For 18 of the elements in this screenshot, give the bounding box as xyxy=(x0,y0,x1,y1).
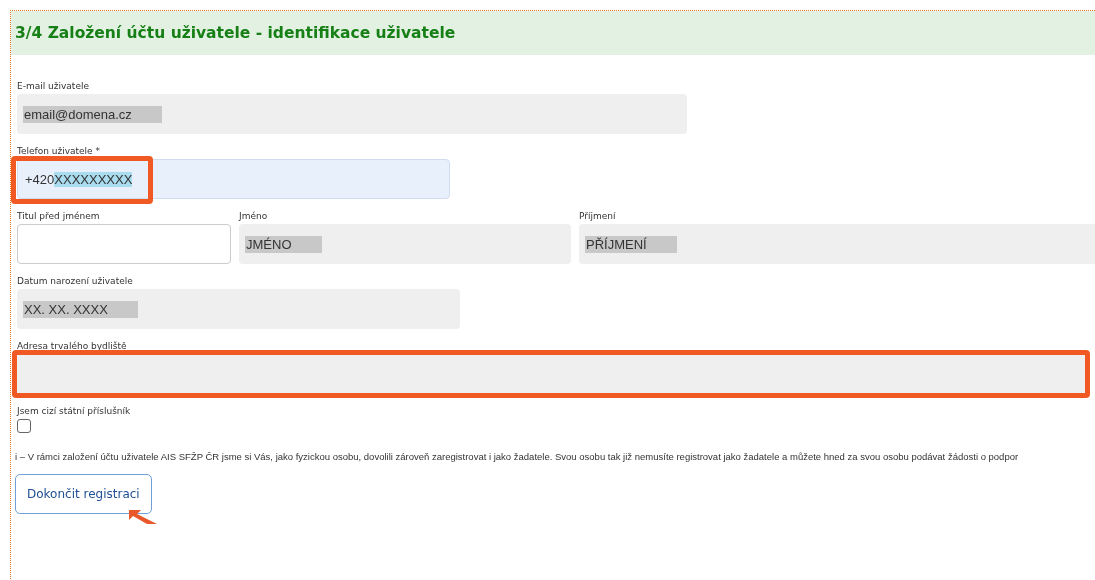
input-field[interactable]: +420XXXXXXXXX xyxy=(17,159,450,199)
input-field[interactable]: XX. XX. XXXX xyxy=(17,289,460,329)
input-field[interactable]: PŘÍJMENÍ xyxy=(579,224,1095,264)
field-label: Jméno xyxy=(239,211,268,221)
input-field[interactable]: JMÉNO xyxy=(239,224,571,264)
field-label: Jsem cizí státní příslušník xyxy=(17,406,131,416)
page-title: 3/4 Založení účtu uživatele - identifikace uživatele xyxy=(15,24,456,42)
field-label: Adresa trvalého bydliště xyxy=(17,341,127,351)
field-label: Titul před jménem xyxy=(17,211,100,221)
finish-registration-button[interactable]: Dokončit registraci xyxy=(15,474,152,514)
field-label: Datum narození uživatele xyxy=(17,276,133,286)
field-label: E-mail uživatele xyxy=(17,81,89,91)
input-field[interactable]: email@domena.cz xyxy=(17,94,687,134)
info-text: i – V rámci založení účtu uživatele AIS SFŽP ČR jsme si Vás, jako fyzickou osobu, dovolili zároveň zaregistrovat i jako žadatele. Svou osobu tak již nemusíte registrovat jako žadatele a můžete hned za svou osobu podávat žádosti o podpor xyxy=(15,451,1020,462)
field-label: Příjmení xyxy=(579,211,616,221)
field-label: Telefon uživatele * xyxy=(17,146,101,156)
input-field[interactable] xyxy=(17,224,231,264)
checkbox[interactable] xyxy=(17,419,31,433)
